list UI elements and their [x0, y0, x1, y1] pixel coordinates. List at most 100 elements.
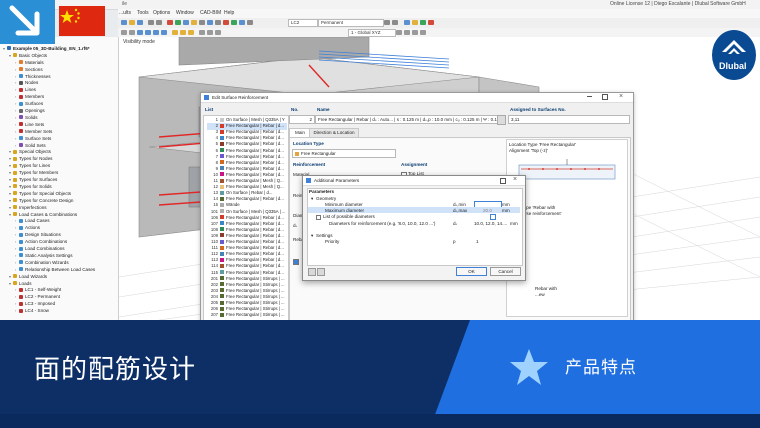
navigator-item[interactable]: › LC3 - Imposed: [15, 301, 55, 307]
navigator-item[interactable]: › Lines: [15, 87, 36, 93]
edit-name-icon[interactable]: [497, 115, 506, 125]
save-icon[interactable]: [137, 20, 143, 25]
list-diameters-enabled-checkbox[interactable]: [490, 214, 496, 220]
undo-icon[interactable]: [148, 20, 154, 25]
model-icon[interactable]: [231, 20, 237, 25]
params-settings-icon[interactable]: [317, 268, 325, 276]
next-lc-icon[interactable]: [392, 20, 398, 25]
location-type-select[interactable]: Free Rectangular: [292, 149, 396, 158]
comment-icon[interactable]: [215, 30, 221, 35]
navigator-item[interactable]: ▾ Load Cases & Combinations: [9, 212, 77, 218]
menu-options[interactable]: Options: [153, 10, 170, 16]
navigator-item[interactable]: › Thicknesses: [15, 74, 51, 80]
view-icon[interactable]: [183, 20, 189, 25]
settings-icon[interactable]: [215, 20, 221, 25]
navigator-item[interactable]: ▾ Types for Nodes: [9, 156, 52, 162]
navigator-item[interactable]: › Action Combinations: [15, 239, 67, 245]
tab-direction-location[interactable]: Direction & Location: [309, 128, 359, 137]
navigator-item[interactable]: › Line Sets: [15, 122, 44, 128]
deform-icon[interactable]: [420, 20, 426, 25]
prev-lc-icon[interactable]: [384, 20, 390, 25]
view-iso-icon[interactable]: [396, 30, 402, 35]
menu-help[interactable]: Help: [224, 10, 234, 16]
line-icon[interactable]: [145, 30, 151, 35]
filter-icon[interactable]: [199, 20, 205, 25]
list-diameters-value[interactable]: 10.0, 12.0, 14....: [474, 221, 507, 226]
loads-icon[interactable]: [223, 20, 229, 25]
grid-icon[interactable]: [180, 30, 186, 35]
navigator-item[interactable]: › Static Analysis Settings: [15, 253, 73, 259]
load-case-name-combo[interactable]: Permanent: [318, 19, 384, 27]
new-icon[interactable]: [121, 20, 127, 25]
select-icon[interactable]: [121, 30, 127, 35]
assigned-surfaces-field[interactable]: 3,11: [508, 115, 630, 124]
navigator-item[interactable]: › LC2 - Permanent: [15, 294, 60, 300]
open-icon[interactable]: [129, 20, 135, 25]
solid-icon[interactable]: [161, 30, 167, 35]
close-icon[interactable]: ×: [619, 93, 623, 100]
name-field[interactable]: Free Rectangular | Rebar | dₛ : Auto... …: [315, 115, 499, 124]
cancel-button[interactable]: Cancel: [490, 267, 521, 276]
navigator-item[interactable]: › Solid Sets: [15, 143, 46, 149]
priority-value[interactable]: 1: [476, 239, 479, 244]
navigator-item[interactable]: › Design Situations: [15, 232, 61, 238]
surface-icon[interactable]: [153, 30, 159, 35]
navigator-item[interactable]: › Combination Wizards: [15, 260, 69, 266]
params-help-icon[interactable]: [308, 268, 316, 276]
print-icon[interactable]: [207, 20, 213, 25]
axis-icon[interactable]: [404, 20, 410, 25]
reinforcement-list-item[interactable]: 207 Free Rectangular | Stirrups | ...: [207, 312, 287, 319]
navigator-item[interactable]: › Sections: [15, 67, 43, 73]
navigator-item[interactable]: › LC4 - Snow: [15, 308, 49, 314]
section-icon[interactable]: [412, 20, 418, 25]
navigator-item[interactable]: › Solids: [15, 115, 38, 121]
max-diameter-value[interactable]: 20.0: [483, 208, 492, 213]
view-x-icon[interactable]: [404, 30, 410, 35]
navigator-item[interactable]: ▾ Example 05_3D-Building_EN_1.rf6*: [3, 46, 90, 52]
snap-icon[interactable]: [172, 30, 178, 35]
navigator-item[interactable]: › Surface Sets: [15, 136, 51, 142]
display-icon[interactable]: [191, 20, 197, 25]
results-icon[interactable]: [175, 20, 181, 25]
navigator-item[interactable]: › Openings: [15, 108, 45, 114]
navigator-item[interactable]: ▾ Types for Solids: [9, 184, 52, 190]
navigator-item[interactable]: ▾ Types for Concrete Design: [9, 198, 73, 204]
dimension-icon[interactable]: [207, 30, 213, 35]
values-icon[interactable]: [428, 20, 434, 25]
menu-cad-bim[interactable]: CAD-BIM: [200, 10, 221, 16]
coordinate-system-combo[interactable]: 1 - Global XYZ: [348, 29, 396, 37]
navigator-item[interactable]: › Members: [15, 94, 44, 100]
load-case-combo[interactable]: LC2: [288, 19, 318, 27]
node-icon[interactable]: [137, 30, 143, 35]
no-field[interactable]: 2: [289, 115, 315, 124]
navigator-item[interactable]: › Load Combinations: [15, 246, 65, 252]
params-close-icon[interactable]: ×: [513, 176, 517, 183]
maximize-icon[interactable]: [602, 94, 608, 100]
navigator-item[interactable]: › Surfaces: [15, 101, 43, 107]
params-maximize-icon[interactable]: [500, 178, 506, 184]
rotate-icon[interactable]: [247, 20, 253, 25]
navigator-item[interactable]: ▾ Types for Members: [9, 170, 58, 176]
navigator-item[interactable]: ▾ Types for Lines: [9, 163, 50, 169]
navigator-item[interactable]: ▾ Basic Objects: [9, 53, 47, 59]
list-diameters-checkbox[interactable]: [316, 215, 321, 220]
tab-main[interactable]: Main: [289, 128, 311, 137]
navigator-item[interactable]: › Member Sets: [15, 129, 52, 135]
navigator-item[interactable]: ▾ Loads: [9, 281, 32, 287]
minimize-icon[interactable]: [587, 96, 592, 97]
calculate-icon[interactable]: [167, 20, 173, 25]
navigator-item[interactable]: ▾ Imperfections: [9, 205, 47, 211]
redo-icon[interactable]: [156, 20, 162, 25]
navigator-item[interactable]: › Actions: [15, 225, 40, 231]
guide-icon[interactable]: [188, 30, 194, 35]
view-y-icon[interactable]: [412, 30, 418, 35]
menu-results[interactable]: ...ults: [119, 10, 131, 16]
view-z-icon[interactable]: [420, 30, 426, 35]
navigator-item[interactable]: › Nodes: [15, 80, 38, 86]
zoom-icon[interactable]: [239, 20, 245, 25]
navigator-item[interactable]: › Materials: [15, 60, 44, 66]
ok-button[interactable]: OK: [456, 267, 487, 276]
navigator-item[interactable]: › LC1 - Self-Weight: [15, 287, 61, 293]
option-checkbox[interactable]: [293, 259, 299, 265]
menu-tools[interactable]: Tools: [137, 10, 149, 16]
